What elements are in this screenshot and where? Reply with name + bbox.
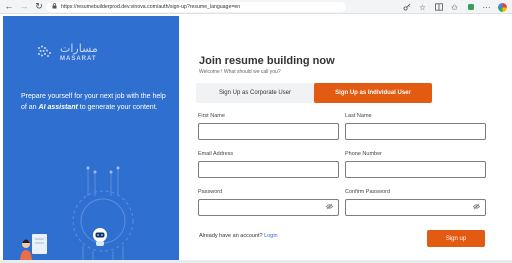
last-name-input[interactable] — [346, 128, 485, 144]
email-label: Email Address — [198, 151, 234, 157]
back-icon[interactable]: ← — [3, 1, 15, 13]
split-screen-icon[interactable] — [433, 1, 444, 13]
eye-icon[interactable] — [472, 203, 481, 214]
tagline: Prepare yourself for your next job with … — [21, 92, 169, 113]
page-title: Join resume building now — [199, 55, 335, 67]
reload-icon[interactable]: ↻ — [33, 1, 45, 13]
last-name-box — [345, 123, 486, 144]
star-icon[interactable]: ☆ — [417, 1, 428, 13]
url-text: https://resumebuilderprod.dev.vinova.com… — [61, 4, 241, 10]
password-input[interactable] — [199, 204, 338, 220]
confirm-password-box — [345, 199, 486, 220]
more-icon[interactable]: ⋯ — [481, 1, 492, 13]
first-name-group: First Name — [198, 113, 339, 144]
phone-group: Phone Number — [345, 151, 486, 182]
confirm-password-group: Confirm Password — [345, 189, 486, 220]
user-type-tabs: Sign Up as Corporate User Sign Up as Ind… — [196, 83, 432, 103]
page-subtitle: Welcome ! What should we call you? — [199, 69, 281, 75]
tagline-highlight: AI assistant — [38, 103, 78, 111]
forward-icon[interactable]: → — [18, 1, 30, 13]
login-link[interactable]: Login — [264, 233, 277, 239]
confirm-password-input[interactable] — [346, 204, 485, 220]
key-icon[interactable] — [401, 1, 412, 13]
confirm-password-label: Confirm Password — [345, 189, 390, 195]
password-group: Password — [198, 189, 339, 220]
brand-panel: مسارات MASARAT Prepare yourself for your… — [3, 16, 179, 263]
login-prompt: Already have an account? Login — [199, 233, 278, 239]
tab-corporate-user[interactable]: Sign Up as Corporate User — [196, 83, 314, 103]
password-label: Password — [198, 189, 223, 195]
email-group: Email Address — [198, 151, 339, 182]
extension-icon[interactable] — [465, 1, 476, 13]
browser-toolbar: ← → ↻ https://resumebuilderprod.dev.vino… — [0, 0, 512, 14]
lock-icon[interactable] — [52, 3, 57, 11]
sign-up-button[interactable]: Sign up — [427, 230, 485, 247]
login-prompt-text: Already have an account? — [199, 233, 265, 239]
first-name-label: First Name — [198, 113, 225, 119]
favorites-icon[interactable]: ✩ — [449, 1, 460, 13]
robot-icon — [93, 228, 107, 246]
email-input[interactable] — [199, 166, 338, 182]
tab-individual-user[interactable]: Sign Up as Individual User — [314, 83, 432, 103]
browser-tools: ☆ ✩ ⋯ — [401, 1, 508, 13]
woman-illustration-icon — [20, 234, 47, 263]
address-bar[interactable]: https://resumebuilderprod.dev.vinova.com… — [46, 2, 346, 12]
signup-panel: Join resume building now Welcome ! What … — [180, 16, 512, 263]
page-content: مسارات MASARAT Prepare yourself for your… — [0, 14, 512, 263]
last-name-label: Last Name — [345, 113, 372, 119]
phone-input[interactable] — [346, 166, 485, 182]
eye-icon[interactable] — [325, 203, 334, 214]
circuit-decoration-icon — [72, 166, 134, 263]
phone-box — [345, 161, 486, 182]
password-box — [198, 199, 339, 220]
masarat-logo: مسارات MASARAT — [36, 42, 106, 68]
logo-arabic: مسارات — [60, 42, 98, 55]
first-name-input[interactable] — [199, 128, 338, 144]
logo-latin: MASARAT — [60, 56, 97, 62]
phone-label: Phone Number — [345, 151, 382, 157]
first-name-box — [198, 123, 339, 144]
tagline-text-2: to generate your content. — [77, 103, 158, 111]
email-box — [198, 161, 339, 182]
logo-mark-icon — [38, 45, 51, 57]
last-name-group: Last Name — [345, 113, 486, 144]
profile-icon[interactable] — [497, 1, 508, 13]
